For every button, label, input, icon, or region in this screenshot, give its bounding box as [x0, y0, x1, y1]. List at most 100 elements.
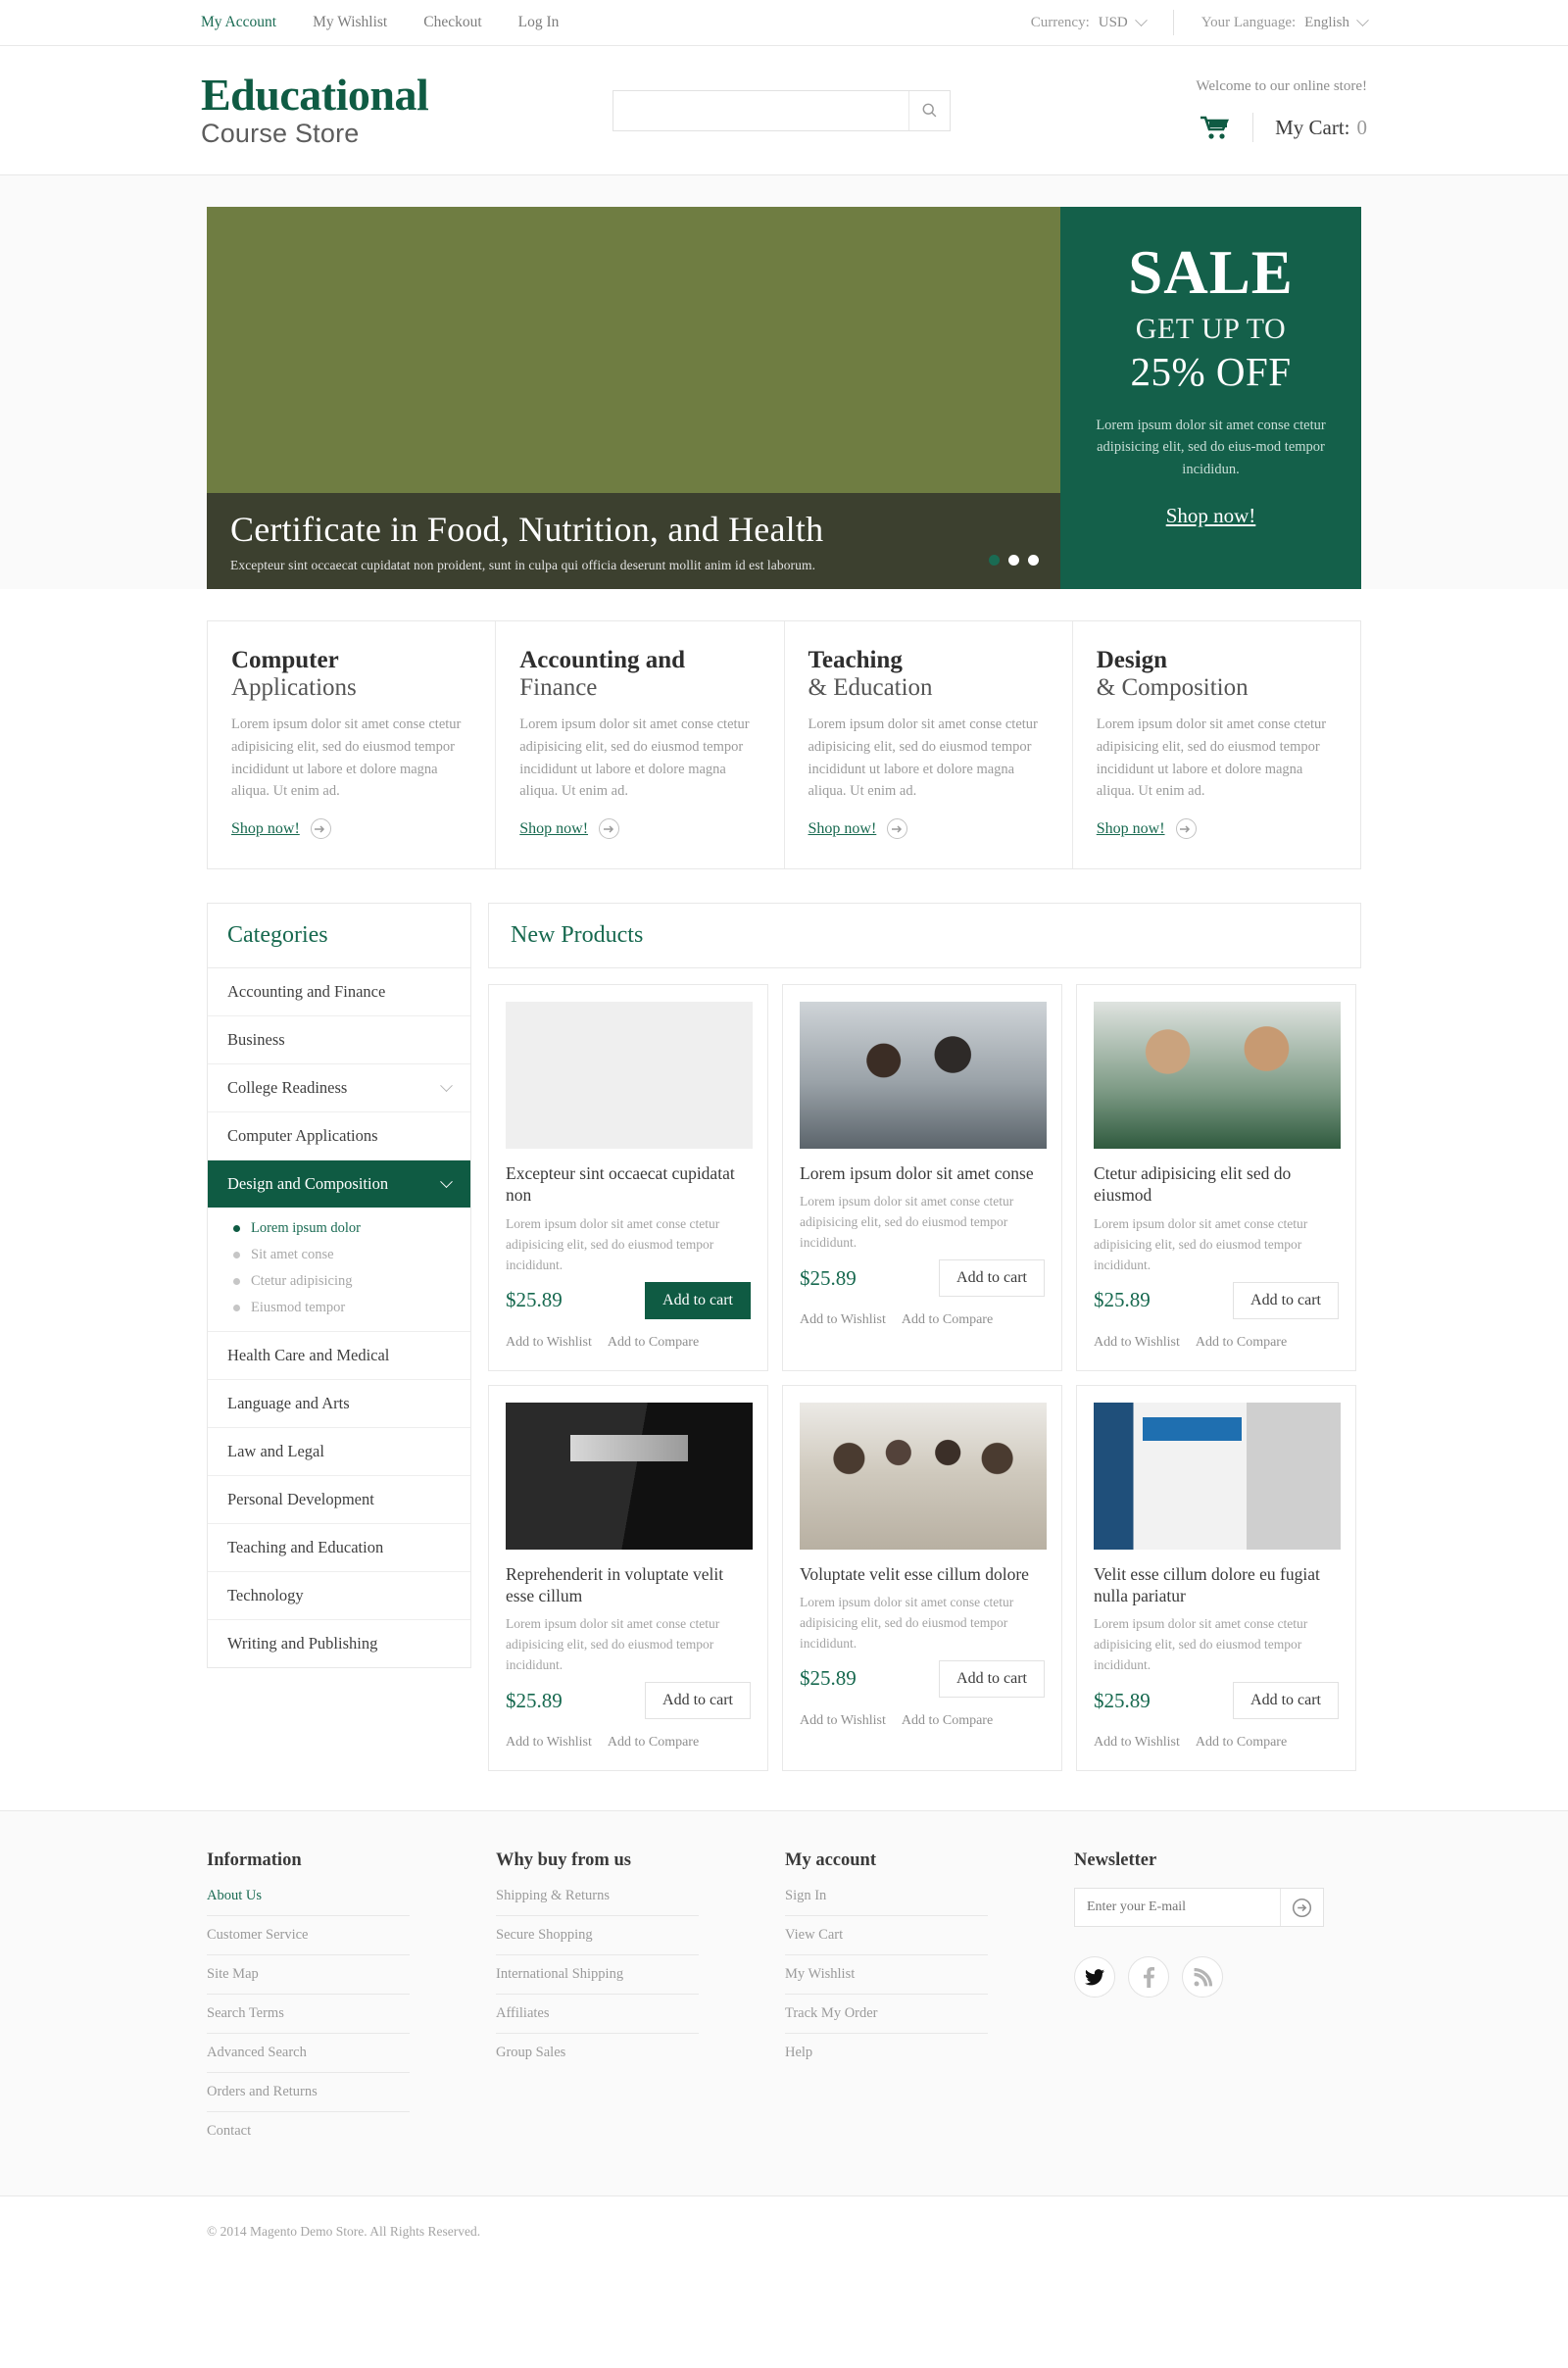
product-image[interactable]	[506, 1402, 753, 1550]
sidebar-item-personal-development[interactable]: Personal Development	[208, 1476, 470, 1524]
product-image[interactable]	[1094, 1002, 1341, 1149]
sidebar-item-language-and-arts[interactable]: Language and Arts	[208, 1380, 470, 1428]
footer-link-help[interactable]: Help	[785, 2034, 988, 2072]
footer-link-contact[interactable]: Contact	[207, 2112, 410, 2150]
sale-description: Lorem ipsum dolor sit amet conse ctetur …	[1096, 418, 1326, 477]
sidebar-item-design-and-composition[interactable]: Design and Composition	[208, 1160, 470, 1208]
add-to-wishlist-link[interactable]: Add to Wishlist	[800, 1312, 886, 1328]
product-title[interactable]: Ctetur adipisicing elit sed do eiusmod	[1094, 1162, 1339, 1207]
feature-shop-now-link[interactable]: Shop now!	[1097, 820, 1165, 838]
add-to-compare-link[interactable]: Add to Compare	[1196, 1735, 1287, 1751]
product-buy-row: $25.89 Add to cart	[1094, 1682, 1339, 1720]
sidebar-item-technology[interactable]: Technology	[208, 1572, 470, 1620]
product-links: Add to Wishlist Add to Compare	[1094, 1735, 1339, 1751]
footer-link-international-shipping[interactable]: International Shipping	[496, 1955, 699, 1996]
product-title[interactable]: Voluptate velit esse cillum dolore	[800, 1563, 1045, 1585]
newsletter-email-input[interactable]	[1075, 1889, 1280, 1927]
slider-dot-3[interactable]	[1028, 555, 1039, 566]
top-link-my-account[interactable]: My Account	[201, 14, 276, 31]
facebook-icon	[1143, 1966, 1154, 1988]
add-to-compare-link[interactable]: Add to Compare	[1196, 1335, 1287, 1351]
add-to-cart-button[interactable]: Add to cart	[645, 1682, 751, 1720]
product-image[interactable]	[800, 1002, 1047, 1149]
feature-shop-now-link[interactable]: Shop now!	[808, 820, 877, 838]
sidebar-subitem-lorem-ipsum-dolor[interactable]: Lorem ipsum dolor	[233, 1220, 451, 1237]
social-link-rss[interactable]	[1182, 1956, 1223, 1998]
footer-link-customer-service[interactable]: Customer Service	[207, 1916, 410, 1956]
sidebar-item-label: Personal Development	[227, 1490, 374, 1508]
sidebar-item-college-readiness[interactable]: College Readiness	[208, 1064, 470, 1112]
footer-link-secure-shopping[interactable]: Secure Shopping	[496, 1916, 699, 1956]
slider-dot-1[interactable]	[989, 555, 1000, 566]
add-to-wishlist-link[interactable]: Add to Wishlist	[800, 1713, 886, 1729]
sidebar-item-business[interactable]: Business	[208, 1016, 470, 1064]
footer-link-about-us[interactable]: About Us	[207, 1888, 410, 1917]
add-to-cart-button[interactable]: Add to cart	[1233, 1682, 1339, 1720]
newsletter-submit-button[interactable]	[1280, 1889, 1323, 1927]
currency-selector[interactable]: Currency: USD	[1031, 13, 1148, 31]
product-image[interactable]	[800, 1402, 1047, 1550]
footer-link-affiliates[interactable]: Affiliates	[496, 1995, 699, 2035]
top-link-log-in[interactable]: Log In	[518, 14, 560, 31]
footer-link-group-sales[interactable]: Group Sales	[496, 2034, 699, 2072]
feature-shop-now-link[interactable]: Shop now!	[519, 820, 588, 838]
footer-link-my-wishlist[interactable]: My Wishlist	[785, 1955, 988, 1996]
add-to-compare-link[interactable]: Add to Compare	[608, 1335, 699, 1351]
slide-image[interactable]: Certificate in Food, Nutrition, and Heal…	[207, 207, 1060, 589]
site-logo[interactable]: Educational Course Store	[201, 72, 524, 147]
product-title[interactable]: Reprehenderit in voluptate velit esse ci…	[506, 1563, 751, 1607]
search-input[interactable]	[613, 90, 908, 130]
product-title[interactable]: Lorem ipsum dolor sit amet conse	[800, 1162, 1045, 1184]
sale-shop-now-link[interactable]: Shop now!	[1166, 504, 1256, 528]
product-image[interactable]	[1094, 1402, 1341, 1550]
sidebar-subitem-eiusmod-tempor[interactable]: Eiusmod tempor	[233, 1300, 451, 1316]
add-to-wishlist-link[interactable]: Add to Wishlist	[1094, 1335, 1180, 1351]
add-to-compare-link[interactable]: Add to Compare	[902, 1312, 993, 1328]
top-link-my-wishlist[interactable]: My Wishlist	[313, 14, 387, 31]
add-to-cart-button[interactable]: Add to cart	[939, 1259, 1045, 1298]
add-to-compare-link[interactable]: Add to Compare	[608, 1735, 699, 1751]
feature-description: Lorem ipsum dolor sit amet conse ctetur …	[808, 716, 1038, 800]
top-link-checkout[interactable]: Checkout	[423, 14, 481, 31]
sidebar-subitem-ctetur-adipisicing[interactable]: Ctetur adipisicing	[233, 1273, 451, 1290]
footer-link-view-cart[interactable]: View Cart	[785, 1916, 988, 1956]
sidebar-subitem-label: Ctetur adipisicing	[251, 1273, 353, 1289]
product-title[interactable]: Excepteur sint occaecat cupidatat non	[506, 1162, 751, 1207]
sidebar-subitem-sit-amet-conse[interactable]: Sit amet conse	[233, 1247, 451, 1263]
mini-cart[interactable]: My Cart: 0	[1196, 113, 1367, 142]
sidebar-item-computer-applications[interactable]: Computer Applications	[208, 1112, 470, 1160]
sidebar-item-accounting-and-finance[interactable]: Accounting and Finance	[208, 968, 470, 1016]
add-to-wishlist-link[interactable]: Add to Wishlist	[506, 1735, 592, 1751]
feature-subtitle: Applications	[231, 674, 357, 701]
footer-link-site-map[interactable]: Site Map	[207, 1955, 410, 1996]
add-to-cart-button[interactable]: Add to cart	[1233, 1281, 1339, 1319]
sidebar-item-health-care-and-medical[interactable]: Health Care and Medical	[208, 1332, 470, 1380]
arrow-right-circle-icon[interactable]	[310, 818, 331, 839]
footer-link-track-my-order[interactable]: Track My Order	[785, 1995, 988, 2035]
social-link-twitter[interactable]	[1074, 1956, 1115, 1998]
sidebar-item-teaching-and-education[interactable]: Teaching and Education	[208, 1524, 470, 1572]
add-to-wishlist-link[interactable]: Add to Wishlist	[1094, 1735, 1180, 1751]
arrow-right-circle-icon[interactable]	[887, 818, 908, 839]
arrow-right-circle-icon[interactable]	[1175, 818, 1197, 839]
add-to-compare-link[interactable]: Add to Compare	[902, 1713, 993, 1729]
footer-link-orders-and-returns[interactable]: Orders and Returns	[207, 2073, 410, 2113]
slider-dot-2[interactable]	[1008, 555, 1019, 566]
add-to-cart-button[interactable]: Add to cart	[645, 1281, 751, 1319]
social-link-facebook[interactable]	[1128, 1956, 1169, 1998]
footer-link-search-terms[interactable]: Search Terms	[207, 1995, 410, 2035]
search-button[interactable]	[908, 90, 950, 130]
footer-link-advanced-search[interactable]: Advanced Search	[207, 2034, 410, 2074]
footer-link-sign-in[interactable]: Sign In	[785, 1888, 988, 1917]
language-selector[interactable]: Your Language: English	[1201, 13, 1369, 31]
add-to-wishlist-link[interactable]: Add to Wishlist	[506, 1335, 592, 1351]
feature-shop-now-link[interactable]: Shop now!	[231, 820, 300, 838]
sidebar-item-writing-and-publishing[interactable]: Writing and Publishing	[208, 1620, 470, 1667]
footer-link-shipping-and-returns[interactable]: Shipping & Returns	[496, 1888, 699, 1917]
sidebar-item-law-and-legal[interactable]: Law and Legal	[208, 1428, 470, 1476]
arrow-right-circle-icon[interactable]	[599, 818, 620, 839]
product-image[interactable]	[506, 1002, 753, 1149]
add-to-cart-button[interactable]: Add to cart	[939, 1659, 1045, 1698]
product-title[interactable]: Velit esse cillum dolore eu fugiat nulla…	[1094, 1563, 1339, 1607]
currency-value: USD	[1098, 14, 1128, 30]
